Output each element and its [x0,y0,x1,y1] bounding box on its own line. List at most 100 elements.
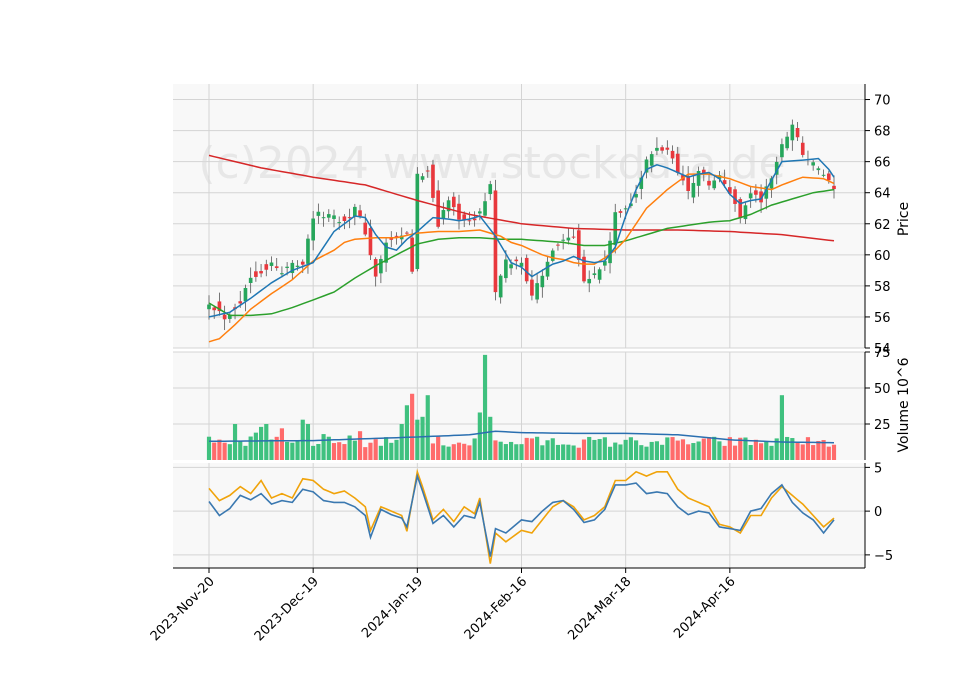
candle-body [556,244,560,246]
volume-bar [316,443,321,460]
price-panel [173,84,865,348]
volume-bar [649,441,654,460]
volume-bar [264,424,269,460]
candle-body [316,211,321,216]
candle-body [467,220,472,222]
volume-bar [571,445,576,460]
volume-bar [660,444,665,460]
stock-chart-svg: (c)2024 www.stockdata.de 545658606264666… [148,84,912,644]
candle-body [785,136,789,149]
volume-bar [696,441,701,460]
candle-body [379,258,383,274]
candle-body [488,184,493,195]
volume-bar [800,444,805,460]
oscillator-tick-label: 0 [874,505,882,520]
price-tick-label: 60 [874,249,891,264]
candle-body [566,237,571,241]
candle-body [259,271,263,274]
candle-body [368,227,373,256]
candle-body [238,301,243,304]
candle-body [675,153,680,173]
volume-bar [477,412,482,460]
candle-body [431,164,435,198]
volume-bar [654,441,659,460]
volume-bar [753,439,758,460]
volume-bar [576,447,581,460]
volume-bar [363,447,368,460]
volume-bar [545,440,550,460]
candle-body [326,214,331,218]
volume-bar [509,441,514,460]
volume-bar [425,395,430,460]
volume-tick-label: 75 [874,346,891,361]
volume-bar [295,440,300,460]
volume-bar [488,416,493,460]
volume-bar [555,444,561,460]
volume-bar [430,443,436,460]
candle-body [826,173,831,181]
volume-bar [404,405,409,460]
volume-bar [384,437,389,460]
candle-body [649,154,654,166]
candle-body [285,266,289,268]
candle-body [665,147,670,150]
candle-body [504,259,508,279]
volume-bar [759,443,764,460]
candle-body [254,271,258,277]
volume-bar [300,419,305,460]
stock-chart: (c)2024 www.stockdata.de 54 56 58 60 62 64 66 6… [0,0,960,690]
candle-body [472,218,477,221]
volume-bar [394,439,399,460]
volume-bar [623,439,628,460]
volume-bar [701,438,706,460]
price-tick-label: 68 [874,125,891,140]
candle-body [243,287,248,302]
price-tick-label: 58 [874,280,891,295]
volume-bar [514,444,519,460]
candle-body [561,239,565,241]
volume-bar [769,445,774,460]
candle-body [733,189,737,204]
candle-body [780,144,784,158]
volume-bar [441,445,446,460]
volume-bar [670,437,675,460]
candle-body [748,193,753,199]
volume-bar [790,438,795,460]
candle-body [478,211,482,214]
candle-body [269,262,274,266]
volume-bar [420,416,425,460]
volume-bar [524,437,529,460]
candle-body [493,190,498,293]
volume-bar [451,444,456,460]
volume-bar [811,445,816,460]
volume-bar [519,444,524,460]
candle-body [707,180,711,186]
candle-body [587,278,592,284]
volume-bar [259,426,264,460]
volume-tick-label: 25 [874,418,891,433]
volume-bar [691,443,696,460]
volume-bar [712,436,717,460]
price-axis-label: Price [896,202,912,236]
volume-bar [243,445,248,460]
candle-body [660,147,664,151]
volume-bar [607,446,613,460]
volume-bar [498,441,503,460]
candle-body [686,175,690,191]
candle-body [613,212,618,246]
candle-body [712,180,717,189]
candle-body [524,257,529,282]
candle-body [800,142,805,155]
volume-bar [535,436,540,460]
volume-bar [613,442,618,460]
volume-bar [248,436,253,460]
volume-bar [665,437,670,460]
candle-body [342,216,347,222]
candle-body [670,150,675,159]
candle-body [790,124,795,141]
candle-body [207,304,211,310]
candle-body [405,232,409,234]
volume-bar [592,439,597,460]
volume-bar [285,441,290,460]
candle-body [212,307,217,311]
